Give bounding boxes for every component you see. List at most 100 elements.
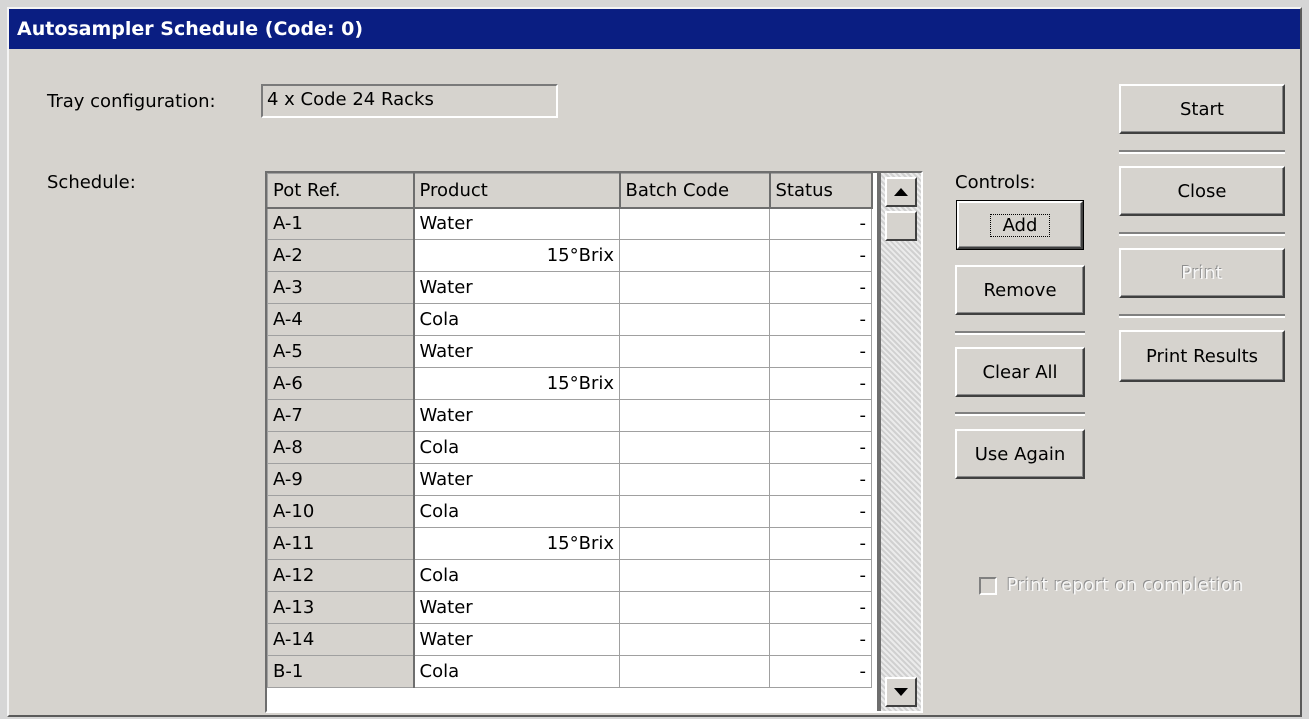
column-header-product[interactable]: Product [413,173,621,209]
schedule-grid[interactable]: Pot Ref. Product Batch Code Status A-1 Wa… [265,171,923,713]
product-cell[interactable]: Water [413,623,620,656]
pot-ref-cell[interactable]: A-2 [267,239,415,272]
product-cell[interactable]: Cola [413,559,620,592]
remove-button-label: Remove [983,279,1057,301]
product-cell[interactable]: Water [413,271,620,304]
status-cell[interactable]: - [769,303,872,336]
print-report-checkbox[interactable] [979,576,997,595]
pot-ref-cell[interactable]: A-11 [267,527,415,560]
product-cell[interactable]: Water [413,399,620,432]
batch-code-cell[interactable] [619,207,770,240]
product-cell[interactable]: 15°Brix [413,527,620,560]
pot-ref-cell[interactable]: A-9 [267,463,415,496]
pot-ref-cell[interactable]: A-6 [267,367,415,400]
status-cell[interactable]: - [769,463,872,496]
table-row[interactable]: A-13 Water - [267,591,872,624]
batch-code-cell[interactable] [619,271,770,304]
product-cell[interactable]: Water [413,207,620,240]
status-cell[interactable]: - [769,495,872,528]
pot-ref-cell[interactable]: A-5 [267,335,415,368]
product-cell[interactable]: Water [413,591,620,624]
scroll-thumb[interactable] [885,211,917,241]
status-cell[interactable]: - [769,207,872,240]
print-button[interactable]: Print [1119,248,1285,298]
pot-ref-cell[interactable]: B-1 [267,655,415,688]
batch-code-cell[interactable] [619,655,770,688]
batch-code-cell[interactable] [619,591,770,624]
scroll-down-button[interactable] [885,677,917,707]
table-row[interactable]: B-1 Cola - [267,655,872,688]
batch-code-cell[interactable] [619,239,770,272]
pot-ref-cell[interactable]: A-3 [267,271,415,304]
table-row[interactable]: A-3 Water - [267,271,872,304]
pot-ref-cell[interactable]: A-1 [267,207,415,240]
pot-ref-cell[interactable]: A-7 [267,399,415,432]
batch-code-cell[interactable] [619,335,770,368]
schedule-scrollbar[interactable] [877,173,921,711]
batch-code-cell[interactable] [619,367,770,400]
table-row[interactable]: A-7 Water - [267,399,872,432]
table-row[interactable]: A-14 Water - [267,623,872,656]
column-header-batch-code[interactable]: Batch Code [619,173,771,209]
status-cell[interactable]: - [769,431,872,464]
start-button[interactable]: Start [1119,84,1285,134]
product-cell[interactable]: Water [413,335,620,368]
product-cell[interactable]: Cola [413,303,620,336]
pot-ref-cell[interactable]: A-10 [267,495,415,528]
status-cell[interactable]: - [769,399,872,432]
batch-code-cell[interactable] [619,559,770,592]
status-cell[interactable]: - [769,239,872,272]
close-button[interactable]: Close [1119,166,1285,216]
remove-button[interactable]: Remove [955,265,1085,315]
batch-code-cell[interactable] [619,431,770,464]
status-cell[interactable]: - [769,559,872,592]
pot-ref-cell[interactable]: A-8 [267,431,415,464]
table-row[interactable]: A-4 Cola - [267,303,872,336]
table-row[interactable]: A-5 Water - [267,335,872,368]
add-button[interactable]: Add [956,200,1084,250]
table-row[interactable]: A-6 15°Brix - [267,367,872,400]
table-row[interactable]: A-12 Cola - [267,559,872,592]
table-row[interactable]: A-11 15°Brix - [267,527,872,560]
column-header-pot-ref[interactable]: Pot Ref. [267,173,415,209]
tray-configuration-label: Tray configuration: [47,91,216,112]
pot-ref-cell[interactable]: A-14 [267,623,415,656]
schedule-body: A-1 Water - A-2 15°Brix - A-3 Water - A-4 Cola - A-5… [267,207,872,688]
actions-separator [1119,150,1285,154]
status-cell[interactable]: - [769,591,872,624]
status-cell[interactable]: - [769,367,872,400]
pot-ref-cell[interactable]: A-12 [267,559,415,592]
batch-code-cell[interactable] [619,303,770,336]
window-title: Autosampler Schedule (Code: 0) [9,9,1300,49]
pot-ref-cell[interactable]: A-4 [267,303,415,336]
product-cell[interactable]: Water [413,463,620,496]
print-results-button[interactable]: Print Results [1119,330,1285,382]
print-results-button-label: Print Results [1145,345,1259,367]
status-cell[interactable]: - [769,527,872,560]
batch-code-cell[interactable] [619,399,770,432]
status-cell[interactable]: - [769,655,872,688]
scroll-up-button[interactable] [885,177,917,207]
product-cell[interactable]: Cola [413,655,620,688]
table-row[interactable]: A-2 15°Brix - [267,239,872,272]
table-row[interactable]: A-8 Cola - [267,431,872,464]
print-report-option[interactable]: Print report on completion [979,575,1243,596]
status-cell[interactable]: - [769,271,872,304]
clear-all-button[interactable]: Clear All [955,347,1085,397]
pot-ref-cell[interactable]: A-13 [267,591,415,624]
status-cell[interactable]: - [769,623,872,656]
batch-code-cell[interactable] [619,623,770,656]
product-cell[interactable]: 15°Brix [413,367,620,400]
batch-code-cell[interactable] [619,495,770,528]
product-cell[interactable]: Cola [413,431,620,464]
table-row[interactable]: A-10 Cola - [267,495,872,528]
batch-code-cell[interactable] [619,463,770,496]
table-row[interactable]: A-1 Water - [267,207,872,240]
status-cell[interactable]: - [769,335,872,368]
column-header-status[interactable]: Status [769,173,873,209]
product-cell[interactable]: Cola [413,495,620,528]
product-cell[interactable]: 15°Brix [413,239,620,272]
use-again-button[interactable]: Use Again [955,429,1085,479]
batch-code-cell[interactable] [619,527,770,560]
table-row[interactable]: A-9 Water - [267,463,872,496]
